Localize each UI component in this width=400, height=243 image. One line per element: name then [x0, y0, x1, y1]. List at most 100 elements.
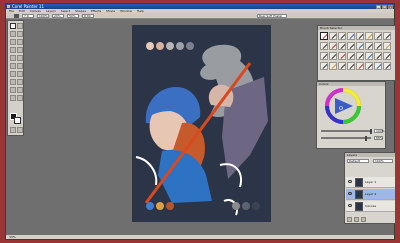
saturation-value[interactable]: 100% — [374, 129, 385, 133]
brush-variant-cell[interactable] — [347, 42, 355, 50]
toolbox — [7, 20, 24, 136]
layer-buttons — [347, 217, 366, 222]
additional-color-swatch[interactable] — [14, 117, 21, 124]
brush-variant-cell[interactable] — [374, 42, 382, 50]
brush-variant-cell[interactable] — [338, 62, 346, 70]
brush-variant-cell[interactable] — [320, 52, 328, 60]
magnifier-icon[interactable] — [10, 79, 16, 85]
magic-wand-icon[interactable] — [10, 55, 16, 61]
new-layer-icon[interactable] — [347, 217, 352, 222]
layer-commands-icon[interactable] — [354, 217, 359, 222]
brush-variant-cell[interactable] — [356, 52, 364, 60]
document-canvas[interactable] — [132, 25, 271, 222]
close-button[interactable]: × — [388, 4, 393, 9]
transform-tool-icon[interactable] — [17, 39, 23, 45]
brush-variant-cell[interactable] — [320, 62, 328, 70]
visibility-eye-icon[interactable] — [348, 192, 352, 195]
brush-variant-cell[interactable] — [329, 42, 337, 50]
layer-name: Layer 2 — [365, 192, 377, 196]
dodge-tool-icon[interactable] — [17, 95, 23, 101]
brush-variant-cell[interactable] — [320, 32, 328, 40]
layers-panel: Layers Default 100% Layer 1 Layer 2 Canv… — [344, 152, 396, 224]
brush-variant-cell[interactable] — [374, 52, 382, 60]
shape-tool-icon[interactable] — [17, 63, 23, 69]
resat-field[interactable]: 20% — [52, 13, 64, 18]
text-tool-icon[interactable] — [10, 71, 16, 77]
visibility-eye-icon[interactable] — [348, 204, 352, 207]
brush-variant-cell[interactable] — [338, 32, 346, 40]
layers-panel-title: Layers — [345, 153, 395, 157]
brush-variant-cell[interactable] — [383, 42, 391, 50]
layer-name: Layer 1 — [365, 180, 377, 184]
layer-opacity-field[interactable]: 100% — [373, 159, 393, 163]
value-slider[interactable] — [321, 136, 371, 141]
layer-row[interactable]: Layer 1 — [346, 177, 395, 188]
rect-select-icon[interactable] — [10, 47, 16, 53]
saturation-slider[interactable] — [321, 129, 372, 134]
delete-layer-icon[interactable] — [361, 217, 366, 222]
swatch-color-dab — [242, 202, 250, 210]
brush-variant-cell[interactable] — [374, 62, 382, 70]
gradient-selector-icon[interactable] — [17, 127, 23, 133]
brush-variant-cell[interactable] — [320, 42, 328, 50]
lasso-icon[interactable] — [17, 47, 23, 53]
minimize-button[interactable]: _ — [376, 4, 381, 9]
brush-variant-cell[interactable] — [365, 62, 373, 70]
brush-variant-cell[interactable] — [329, 52, 337, 60]
crop-tool-icon[interactable] — [17, 55, 23, 61]
brush-variant-cell[interactable] — [356, 32, 364, 40]
paint-bucket-icon[interactable] — [10, 31, 16, 37]
swatch-color-dab — [232, 202, 240, 210]
palette-color-dab — [176, 42, 184, 50]
jitter-field[interactable]: 0.00 — [82, 13, 94, 18]
brush-tool-icon[interactable] — [10, 23, 16, 29]
maximize-button[interactable]: □ — [382, 4, 387, 9]
paper-selector-icon[interactable] — [10, 127, 16, 133]
brush-variant-cell[interactable] — [356, 42, 364, 50]
dropper-tool-icon[interactable] — [17, 23, 23, 29]
window-controls: _ □ × — [376, 4, 393, 9]
brush-selector-panel: Brush Selector — [317, 25, 396, 81]
brush-variant-cell[interactable] — [329, 32, 337, 40]
opacity-field[interactable]: 100% — [37, 13, 49, 18]
pen-tool-icon[interactable] — [10, 63, 16, 69]
brush-variant-cell[interactable] — [347, 62, 355, 70]
swatch-color-dab — [166, 202, 174, 210]
layer-mode-select[interactable]: Default — [347, 159, 369, 163]
layer-name: Canvas — [365, 204, 377, 208]
variant-selector[interactable]: Real Soft Pastel — [257, 13, 287, 18]
clone-tool-icon[interactable] — [10, 95, 16, 101]
brush-variant-cell[interactable] — [329, 62, 337, 70]
rotate-page-icon[interactable] — [10, 87, 16, 93]
brush-variant-cell[interactable] — [338, 52, 346, 60]
palette-color-dab — [156, 42, 164, 50]
brush-variant-cell[interactable] — [338, 42, 346, 50]
brush-icon[interactable] — [14, 13, 19, 18]
swatch-color-dab — [146, 202, 154, 210]
divine-proportion-icon[interactable] — [17, 71, 23, 77]
zoom-level[interactable]: 33% — [9, 235, 16, 239]
brush-variant-cell[interactable] — [365, 32, 373, 40]
layer-adjuster-icon[interactable] — [10, 39, 16, 45]
palette-color-dab — [166, 42, 174, 50]
brush-variant-cell[interactable] — [356, 62, 364, 70]
layer-row[interactable]: Canvas — [346, 201, 395, 212]
brush-variant-cell[interactable] — [365, 42, 373, 50]
brush-variant-cell[interactable] — [383, 32, 391, 40]
value-value[interactable]: 88% — [374, 136, 383, 140]
size-field[interactable]: 7.0 — [22, 13, 34, 18]
eraser-tool-icon[interactable] — [17, 31, 23, 37]
brush-variant-cell[interactable] — [383, 62, 391, 70]
brush-variant-cell[interactable] — [365, 52, 373, 60]
brush-variant-cell[interactable] — [347, 52, 355, 60]
layer-row[interactable]: Layer 2 — [346, 189, 395, 200]
color-wheel[interactable] — [317, 86, 387, 126]
visibility-eye-icon[interactable] — [348, 180, 352, 183]
grabber-icon[interactable] — [17, 79, 23, 85]
brush-variant-cell[interactable] — [374, 32, 382, 40]
brush-variant-cell[interactable] — [347, 32, 355, 40]
bleed-field[interactable]: 50% — [67, 13, 79, 18]
brush-variant-cell[interactable] — [383, 52, 391, 60]
swatch-color-dab — [252, 202, 260, 210]
mirror-paint-icon[interactable] — [17, 87, 23, 93]
